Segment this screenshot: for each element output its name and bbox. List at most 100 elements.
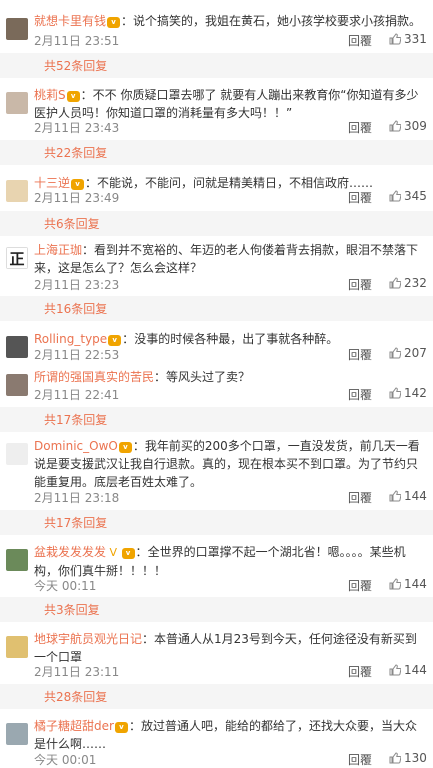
like-count: 142 xyxy=(404,386,427,400)
reply-button[interactable]: 回覆 xyxy=(348,663,372,680)
thumbs-up-icon xyxy=(389,489,404,503)
separator: ： xyxy=(82,243,95,257)
more-replies-button[interactable]: 共28条回复 xyxy=(0,684,433,709)
reply-button[interactable]: 回覆 xyxy=(348,346,372,363)
comment-text: 说个搞笑的，我姐在黄石，她小孩学校要求小孩捐款。 xyxy=(133,14,422,28)
like-button[interactable]: 309 xyxy=(389,119,427,133)
more-replies-button[interactable]: 共3条回复 xyxy=(0,597,433,622)
comment-text: 等风头过了卖？ xyxy=(166,370,251,384)
like-count: 309 xyxy=(404,119,427,133)
like-button[interactable]: 207 xyxy=(389,346,427,360)
like-button[interactable]: 130 xyxy=(389,751,427,765)
more-replies-button[interactable]: 共17条回复 xyxy=(0,510,433,535)
username-link[interactable]: 就想卡里有钱 xyxy=(34,14,106,28)
comment-time: 2月11日 23:18 xyxy=(34,491,120,505)
comment-time: 2月11日 23:51 xyxy=(34,34,120,48)
vip-badge-icon: v xyxy=(66,91,80,102)
separator: ： xyxy=(85,176,98,190)
avatar[interactable] xyxy=(6,374,28,396)
like-count: 345 xyxy=(404,189,427,203)
thumbs-up-icon xyxy=(389,386,404,400)
reply-button[interactable]: 回覆 xyxy=(348,32,372,49)
avatar[interactable]: 正 xyxy=(6,247,28,269)
separator: ： xyxy=(121,14,134,28)
like-count: 207 xyxy=(404,346,427,360)
comment-text: 没事的时候各种最，出了事就各种醉。 xyxy=(134,332,339,346)
comment-time: 今天 00:11 xyxy=(34,579,97,593)
username-link[interactable]: 橘子糖超甜der xyxy=(34,719,114,733)
like-count: 130 xyxy=(404,751,427,765)
avatar[interactable] xyxy=(6,636,28,658)
comment-time: 2月11日 23:43 xyxy=(34,121,120,135)
like-button[interactable]: 345 xyxy=(389,189,427,203)
comment-body: 橘子糖超甜der v ：放过普通人吧，能给的都给了，还找大众要，当大众是什么啊…… xyxy=(34,717,425,753)
more-replies-label: 共16条回复 xyxy=(44,302,108,316)
like-count: 331 xyxy=(404,32,427,46)
reply-button[interactable]: 回覆 xyxy=(348,119,372,136)
comment-body: 上海正珈：看到并不宽裕的、年迈的老人佝偻着背去捐款，眼泪不禁落下来，这是怎么了？… xyxy=(34,241,425,277)
username-link[interactable]: Rolling_type xyxy=(34,332,107,346)
comment-body: 就想卡里有钱 v ：说个搞笑的，我姐在黄石，她小孩学校要求小孩捐款。 xyxy=(34,12,425,30)
more-replies-label: 共17条回复 xyxy=(44,413,108,427)
comment-body: 桃莉S v ：不不 你质疑口罩去哪了 就要有人蹦出来教育你“你知道有多少医护人员吗！… xyxy=(34,86,425,122)
like-button[interactable]: 144 xyxy=(389,489,427,503)
reply-button[interactable]: 回覆 xyxy=(348,386,372,403)
like-button[interactable]: 142 xyxy=(389,386,427,400)
username-link[interactable]: 桃莉S xyxy=(34,88,66,102)
username-link[interactable]: Dominic_OwO xyxy=(34,439,118,453)
like-button[interactable]: 331 xyxy=(389,32,427,46)
like-button[interactable]: 144 xyxy=(389,663,427,677)
avatar[interactable] xyxy=(6,443,28,465)
reply-button[interactable]: 回覆 xyxy=(348,489,372,506)
avatar[interactable] xyxy=(6,180,28,202)
more-replies-button[interactable]: 共22条回复 xyxy=(0,140,433,165)
reply-button[interactable]: 回覆 xyxy=(348,751,372,768)
more-replies-label: 共52条回复 xyxy=(44,59,108,73)
vip-badge-icon: v xyxy=(121,548,135,559)
vip-badge-icon: v xyxy=(108,335,122,346)
more-replies-button[interactable]: 共6条回复 xyxy=(0,211,433,236)
reply-button[interactable]: 回覆 xyxy=(348,276,372,293)
verified-v-icon: V xyxy=(106,546,121,559)
more-replies-label: 共3条回复 xyxy=(44,603,100,617)
separator: ： xyxy=(80,88,93,102)
username-link[interactable]: 上海正珈 xyxy=(34,243,82,257)
thumbs-up-icon xyxy=(389,346,404,360)
like-count: 232 xyxy=(404,276,427,290)
username-link[interactable]: 十三逆 xyxy=(34,176,70,190)
like-button[interactable]: 144 xyxy=(389,577,427,591)
thumbs-up-icon xyxy=(389,276,404,290)
reply-button[interactable]: 回覆 xyxy=(348,577,372,594)
avatar[interactable] xyxy=(6,549,28,571)
username-link[interactable]: 盆栽发发发发 xyxy=(34,545,106,559)
vip-badge-icon: v xyxy=(118,442,132,453)
avatar[interactable] xyxy=(6,92,28,114)
comment-body: 地球宇航员观光日记：本普通人从1月23号到今天，任何途径没有新买到一个口罩 xyxy=(34,630,425,666)
avatar[interactable] xyxy=(6,18,28,40)
separator: ： xyxy=(142,632,155,646)
comment-time: 2月11日 22:53 xyxy=(34,348,120,362)
comment-text: 不不 你质疑口罩去哪了 就要有人蹦出来教育你“你知道有多少医护人员吗！你知道口罩… xyxy=(34,88,419,120)
separator: ： xyxy=(128,719,141,733)
reply-button[interactable]: 回覆 xyxy=(348,189,372,206)
username-link[interactable]: 所谓的强国真实的苦民 xyxy=(34,370,154,384)
thumbs-up-icon xyxy=(389,189,404,203)
comment-time: 2月11日 23:23 xyxy=(34,278,120,292)
avatar[interactable] xyxy=(6,723,28,745)
more-replies-button[interactable]: 共52条回复 xyxy=(0,53,433,78)
thumbs-up-icon xyxy=(389,577,404,591)
username-link[interactable]: 地球宇航员观光日记 xyxy=(34,632,142,646)
avatar[interactable] xyxy=(6,336,28,358)
more-replies-label: 共28条回复 xyxy=(44,690,108,704)
comment-body: 所谓的强国真实的苦民：等风头过了卖？ xyxy=(34,368,425,386)
more-replies-button[interactable]: 共16条回复 xyxy=(0,296,433,321)
more-replies-label: 共22条回复 xyxy=(44,146,108,160)
like-button[interactable]: 232 xyxy=(389,276,427,290)
comment-time: 2月11日 23:11 xyxy=(34,665,120,679)
separator: ： xyxy=(122,332,135,346)
thumbs-up-icon xyxy=(389,119,404,133)
more-replies-button[interactable]: 共17条回复 xyxy=(0,407,433,432)
more-replies-label: 共17条回复 xyxy=(44,516,108,530)
like-count: 144 xyxy=(404,577,427,591)
comment-body: 盆栽发发发发 V v ：全世界的口罩撑不起一个湖北省！嗯。。。。某些机构，你们真牛… xyxy=(34,543,425,580)
